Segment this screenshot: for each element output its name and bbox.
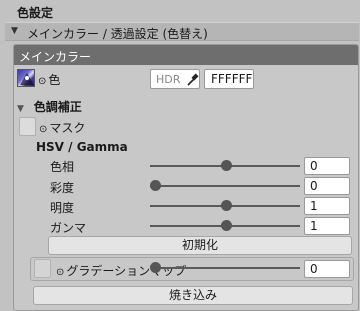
mask-texture-slot[interactable] [19,117,36,136]
gamma-label: ガンマ [50,221,87,235]
foldout-expanded-icon: ▼ [11,26,18,36]
section-title: 色設定 [17,6,54,20]
gamma-value-input[interactable]: 1 [304,217,350,235]
hdr-color-field[interactable]: HDR [150,69,200,89]
brightness-value-input[interactable]: 1 [304,197,350,215]
property-bullet-icon: ⊙ [56,267,65,278]
hue-label: 色相 [50,160,75,174]
panel-header: メインカラー [14,45,358,65]
eyedropper-icon[interactable] [185,71,199,87]
mask-label: ⊙ マスク [39,121,86,135]
property-bullet-icon: ⊙ [39,124,48,135]
hue-value-input[interactable]: 0 [304,157,350,175]
foldout-label: メインカラー / 透過設定 (色替え) [27,27,208,41]
color-label: ⊙ 色 [38,73,61,87]
gradation-map-value-input[interactable]: 0 [304,260,350,278]
saturation-label: 彩度 [50,181,75,195]
gradation-map-label: ⊙ グラデーションマップ [56,264,187,278]
color-correction-title: 色調補正 [33,100,82,114]
hex-color-input[interactable]: FFFFFF [204,69,254,89]
saturation-value-input[interactable]: 0 [304,177,350,195]
brightness-label: 明度 [50,201,75,215]
color-correction-foldout[interactable]: ▼ 色調補正 [17,98,82,115]
texture-preview-icon [20,73,34,85]
main-texture-thumbnail[interactable] [17,69,35,87]
foldout-expanded-icon: ▼ [17,104,24,114]
saturation-slider-track[interactable] [150,185,300,187]
saturation-slider-knob[interactable] [150,180,161,191]
brightness-slider-knob[interactable] [221,200,232,211]
hsv-gamma-title: HSV / Gamma [36,140,128,154]
gradation-map-slider-track[interactable] [150,267,300,269]
main-color-foldout[interactable]: ▼ メインカラー / 透過設定 (色替え) [5,22,359,41]
hdr-label: HDR [156,73,181,86]
panel-header-label: メインカラー [19,50,92,64]
gradation-map-slider-knob[interactable] [150,262,161,273]
reset-button[interactable]: 初期化 [48,236,352,255]
gradation-map-texture-slot[interactable] [34,259,51,278]
hue-slider-knob[interactable] [221,160,232,171]
gamma-slider-knob[interactable] [221,220,232,231]
bake-button[interactable]: 焼き込み [33,286,353,305]
property-bullet-icon: ⊙ [38,76,47,87]
